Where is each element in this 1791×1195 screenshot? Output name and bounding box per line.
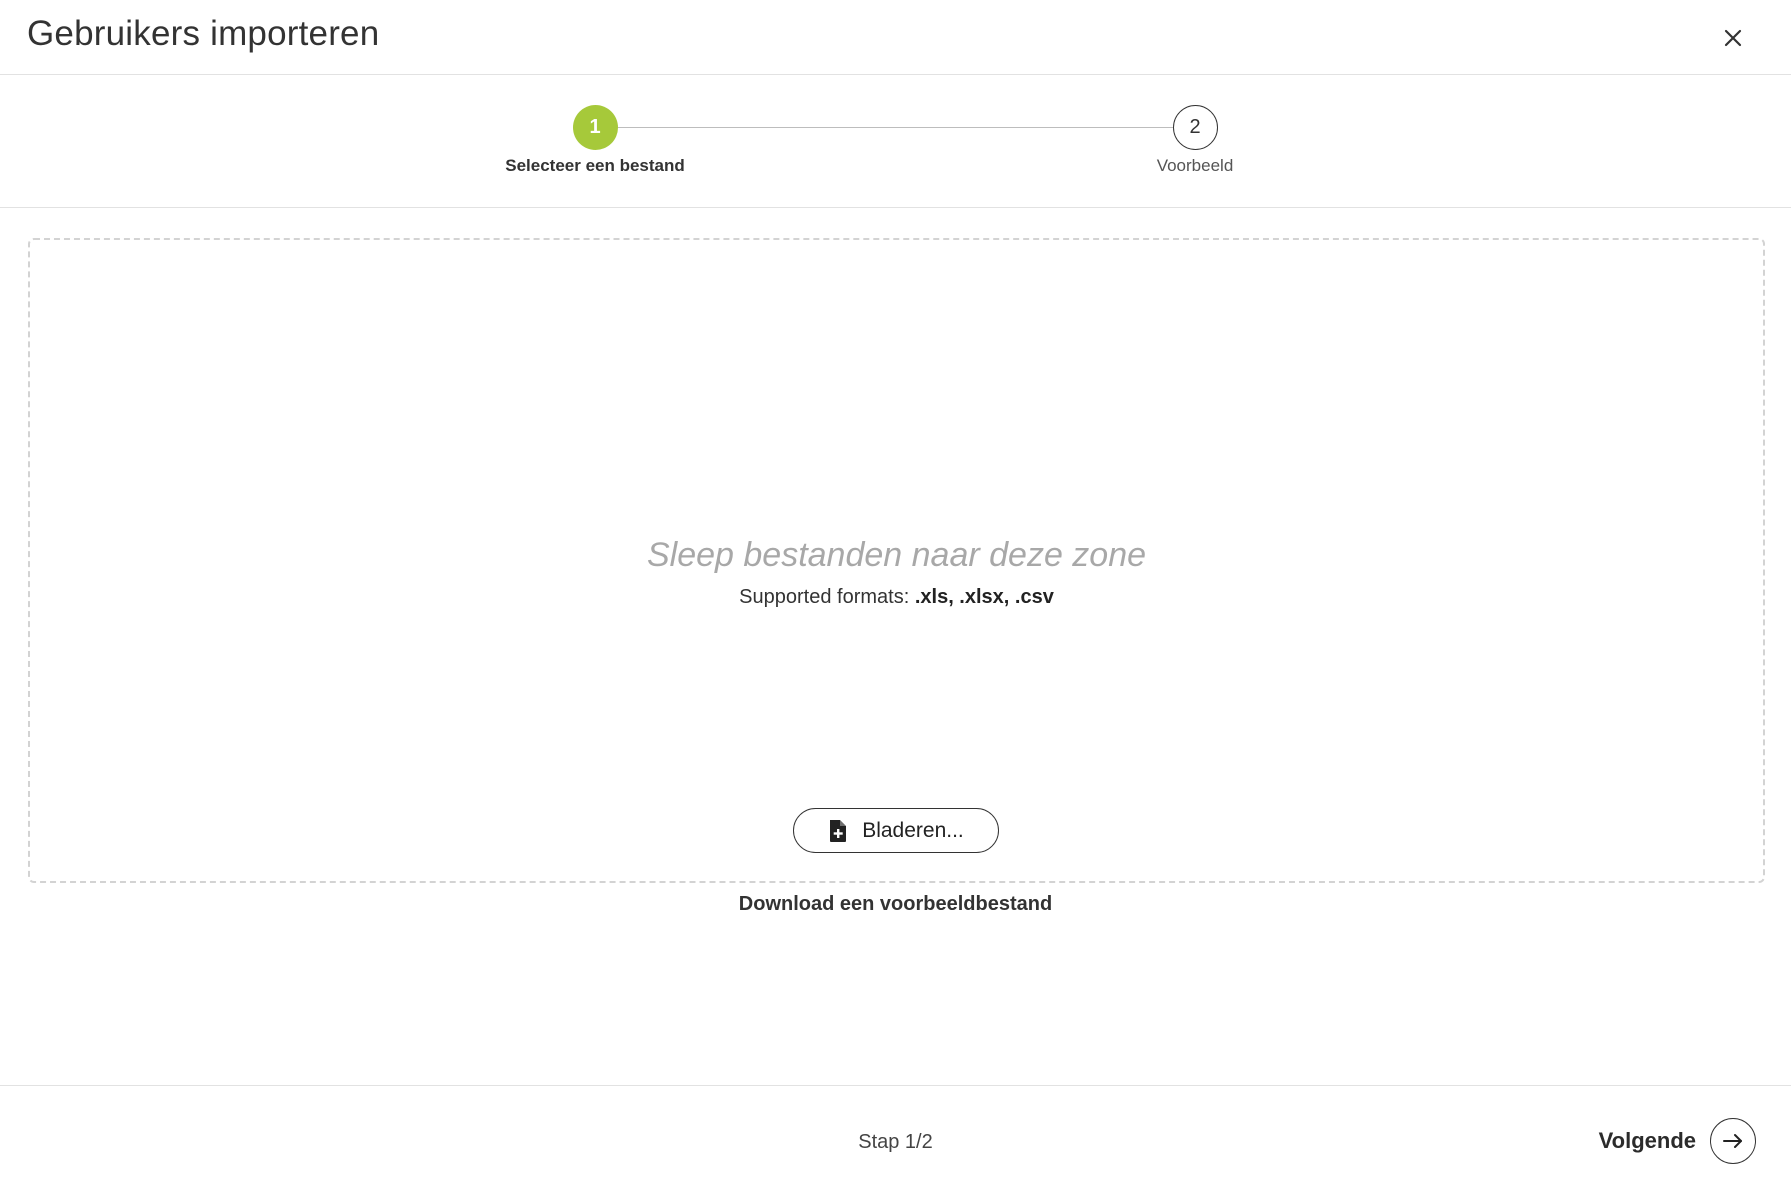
- next-circle[interactable]: [1710, 1118, 1756, 1164]
- stepper: 1 Selecteer een bestand 2 Voorbeeld: [0, 75, 1791, 208]
- close-button[interactable]: [1713, 18, 1753, 58]
- arrow-right-icon: [1723, 1134, 1742, 1148]
- supported-formats: Supported formats: .xls, .xlsx, .csv: [30, 586, 1763, 609]
- next-button-label: Volgende: [1598, 1128, 1696, 1153]
- browse-button-label: Bladeren...: [862, 818, 964, 842]
- modal-footer: Stap 1/2 Volgende: [0, 1085, 1791, 1195]
- download-sample-link[interactable]: Download een voorbeeldbestand: [0, 893, 1791, 916]
- close-icon: [1724, 29, 1742, 47]
- supported-formats-value: .xls, .xlsx, .csv: [914, 586, 1054, 608]
- modal-title: Gebruikers importeren: [27, 14, 380, 53]
- file-add-icon: [830, 819, 847, 842]
- next-button[interactable]: Volgende: [1599, 1118, 1756, 1164]
- step-1-indicator[interactable]: 1: [572, 105, 618, 150]
- step-2-label: Voorbeeld: [1156, 156, 1234, 175]
- step-2-indicator[interactable]: 2: [1172, 105, 1218, 150]
- step-1-label: Selecteer een bestand: [505, 156, 685, 175]
- step-counter: Stap 1/2: [858, 1131, 933, 1153]
- step-preview[interactable]: 2 Voorbeeld: [1065, 105, 1325, 176]
- dropzone-instruction: Sleep bestanden naar deze zone: [646, 536, 1147, 574]
- modal-header: Gebruikers importeren: [0, 0, 1791, 75]
- step-select-file[interactable]: 1 Selecteer een bestand: [465, 105, 725, 176]
- supported-formats-label: Supported formats:: [739, 586, 915, 608]
- browse-button[interactable]: Bladeren...: [793, 808, 999, 853]
- file-dropzone[interactable]: Sleep bestanden naar deze zone Supported…: [28, 238, 1765, 883]
